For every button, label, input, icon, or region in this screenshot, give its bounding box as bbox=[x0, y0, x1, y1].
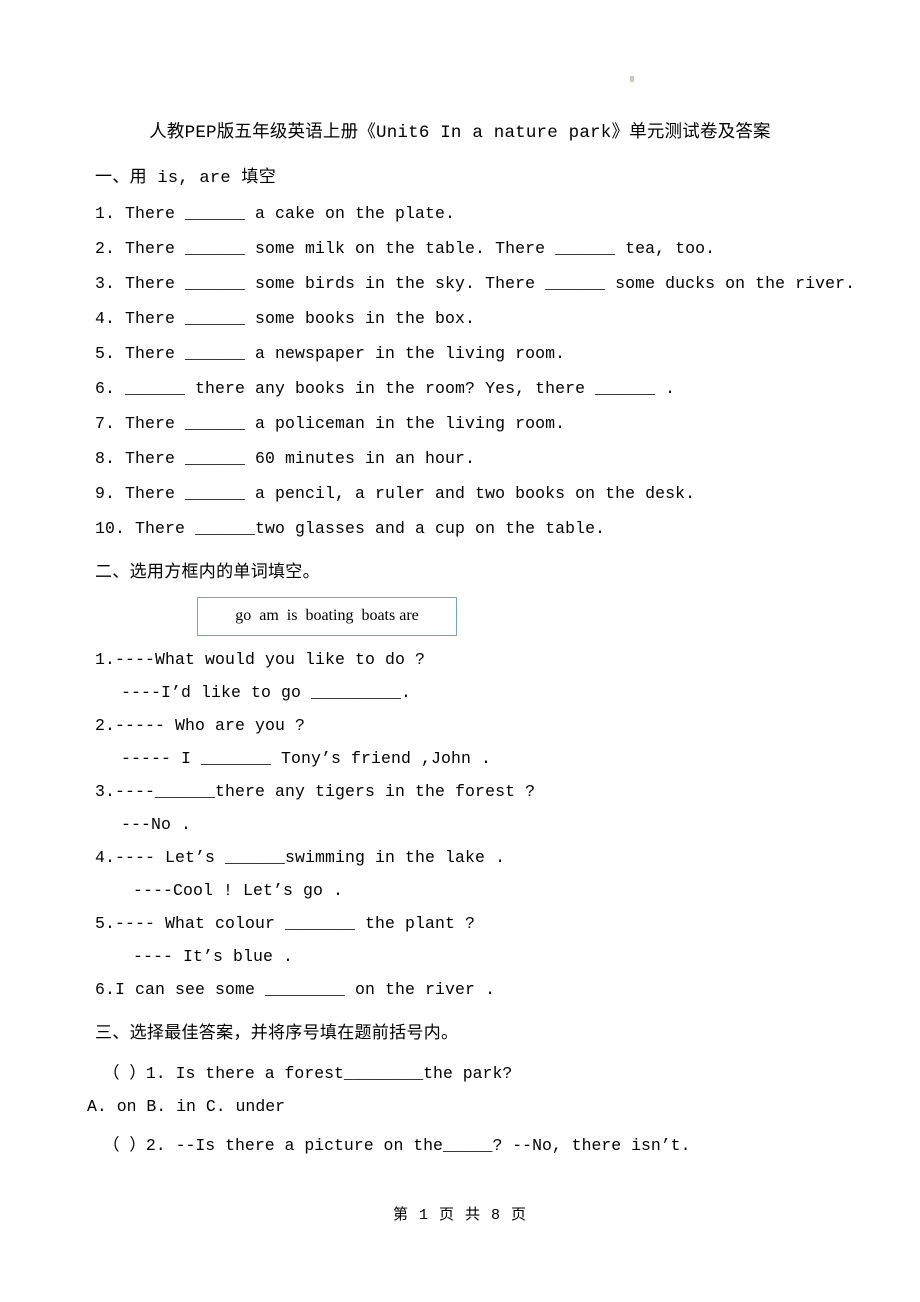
multiple-choice-options: A. on B. in C. under bbox=[87, 1097, 286, 1116]
question-item: 9. There ______ a pencil, a ruler and tw… bbox=[95, 484, 696, 503]
page-footer: 第 1 页 共 8 页 bbox=[392, 1207, 527, 1224]
question-reply: ---No . bbox=[121, 815, 192, 834]
question-reply: ----I’d like to go _________. bbox=[121, 683, 412, 702]
question-item: 6. ______ there any books in the room? Y… bbox=[95, 379, 676, 398]
question-item: 3. There ______ some birds in the sky. T… bbox=[95, 274, 856, 293]
word-bank: go am is boating boats are bbox=[197, 597, 457, 636]
page-title: 人教PEP版五年级英语上册《Unit6 In a nature park》单元测… bbox=[149, 123, 771, 143]
multiple-choice-question: （ ）2. --Is there a picture on the_____? … bbox=[103, 1136, 691, 1155]
scan-artifact-mark bbox=[630, 76, 634, 82]
question-item: 2. There ______ some milk on the table. … bbox=[95, 239, 716, 258]
document-page: 人教PEP版五年级英语上册《Unit6 In a nature park》单元测… bbox=[0, 0, 920, 1302]
question-item: 8. There ______ 60 minutes in an hour. bbox=[95, 449, 476, 468]
section-two-heading: 二、选用方框内的单词填空。 bbox=[95, 564, 320, 583]
question-item: 2.----- Who are you ? bbox=[95, 716, 306, 735]
section-three-heading: 三、选择最佳答案，并将序号填在题前括号内。 bbox=[95, 1025, 459, 1044]
question-reply: ---- It’s blue . bbox=[133, 947, 294, 966]
multiple-choice-question: （ ）1. Is there a forest________the park? bbox=[103, 1064, 513, 1083]
question-reply: ----Cool ! Let’s go . bbox=[133, 881, 344, 900]
question-item: 10. There ______two glasses and a cup on… bbox=[95, 519, 606, 538]
question-item: 5. There ______ a newspaper in the livin… bbox=[95, 344, 566, 363]
question-item: 7. There ______ a policeman in the livin… bbox=[95, 414, 566, 433]
question-item: 1.----What would you like to do ? bbox=[95, 650, 426, 669]
question-item: 3.----______there any tigers in the fore… bbox=[95, 782, 536, 801]
word-bank-container: go am is boating boats are bbox=[95, 597, 825, 636]
question-item: 4. There ______ some books in the box. bbox=[95, 309, 476, 328]
question-item: 5.---- What colour _______ the plant ? bbox=[95, 914, 476, 933]
question-item: 1. There ______ a cake on the plate. bbox=[95, 204, 456, 223]
question-reply: ----- I _______ Tony’s friend ,John . bbox=[121, 749, 492, 768]
question-item: 4.---- Let’s ______swimming in the lake … bbox=[95, 848, 506, 867]
section-one-heading: 一、用 is, are 填空 bbox=[95, 169, 277, 188]
question-item: 6.I can see some ________ on the river . bbox=[95, 980, 496, 999]
